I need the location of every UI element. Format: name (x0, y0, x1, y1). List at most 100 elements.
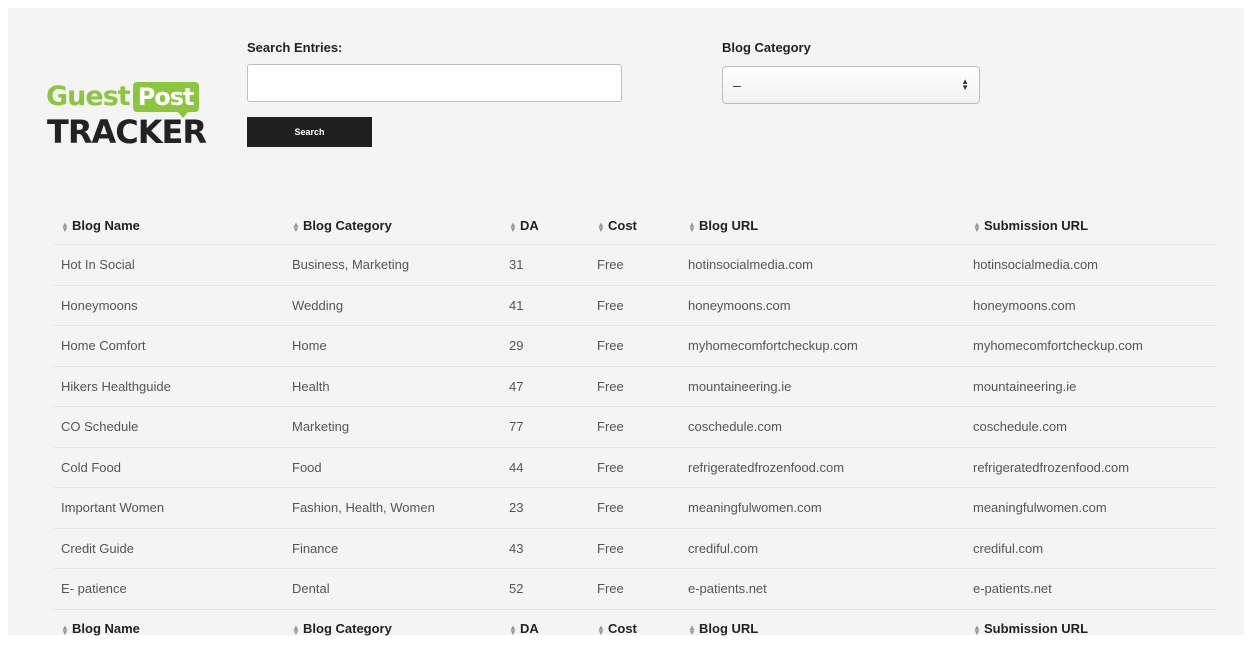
cell-submission-url[interactable]: honeymoons.com (967, 298, 1216, 313)
cell-blog-category: Fashion, Health, Women (292, 500, 435, 516)
cell-da: 41 (509, 297, 524, 313)
cell-blog-name: Cold Food (61, 459, 121, 475)
cell-da: 52 (509, 581, 524, 597)
column-footer-blog-category[interactable]: ▲ ▼ Blog Category (284, 621, 503, 636)
cell-submission-url[interactable]: e-patients.net (967, 581, 1216, 596)
column-header-blog-name[interactable]: ▲ ▼ Blog Name (54, 218, 284, 233)
column-footer-blog-name[interactable]: ▲ ▼ Blog Name (54, 621, 284, 636)
sort-icon: ▲ ▼ (597, 622, 605, 637)
cell-blog-name: Credit Guide (61, 540, 134, 556)
column-header-cost[interactable]: ▲ ▼ Cost (591, 218, 682, 233)
cell-cost: Free (597, 500, 624, 516)
guest-post-tracker-logo[interactable]: Guest Post TRACKER (46, 80, 226, 154)
cell-blog-name: E- patience (61, 581, 127, 597)
column-footer-submission-url[interactable]: ▲ ▼ Submission URL (967, 621, 1216, 636)
cell-submission-url[interactable]: meaningfulwomen.com (967, 500, 1216, 515)
sort-icon: ▲ ▼ (597, 219, 605, 234)
blog-category-label: Blog Category (722, 40, 811, 55)
select-arrows-icon: ▲ ▼ (961, 77, 969, 92)
cell-cost: Free (597, 297, 624, 313)
cell-cost: Free (597, 338, 624, 354)
cell-da: 43 (509, 540, 524, 556)
cell-blog-url[interactable]: crediful.com (682, 541, 967, 556)
cell-blog-url[interactable]: mountaineering.ie (682, 379, 967, 394)
cell-submission-url[interactable]: myhomecomfortcheckup.com (967, 338, 1216, 353)
sort-icon: ▲ ▼ (688, 219, 696, 234)
column-header-submission-url[interactable]: ▲ ▼ Submission URL (967, 218, 1216, 233)
cell-blog-category: Business, Marketing (292, 257, 410, 273)
cell-blog-url[interactable]: e-patients.net (682, 581, 967, 596)
sort-icon: ▲ ▼ (973, 219, 981, 234)
cell-submission-url[interactable]: crediful.com (967, 541, 1216, 556)
cell-da: 23 (509, 500, 524, 516)
cell-cost: Free (597, 581, 624, 597)
sort-icon: ▲ ▼ (688, 622, 696, 637)
cell-da: 77 (509, 419, 524, 435)
table-row: CO Schedule Marketing 77 Free coschedule… (54, 407, 1216, 448)
table-header-row: ▲ ▼ Blog Name ▲ ▼ Blog Category ▲ ▼ DA ▲ ▼ Cost … (54, 207, 1216, 245)
cell-blog-category: Finance (292, 540, 339, 556)
cell-blog-url[interactable]: coschedule.com (682, 419, 967, 434)
sort-icon: ▲ ▼ (61, 622, 69, 637)
cell-cost: Free (597, 257, 624, 273)
sort-icon: ▲ ▼ (509, 622, 517, 637)
cell-blog-category: Marketing (292, 419, 350, 435)
column-header-blog-url[interactable]: ▲ ▼ Blog URL (682, 218, 967, 233)
column-header-blog-category[interactable]: ▲ ▼ Blog Category (284, 218, 503, 233)
cell-submission-url[interactable]: hotinsocialmedia.com (967, 257, 1216, 272)
table-row: E- patience Dental 52 Free e-patients.ne… (54, 569, 1216, 610)
blog-category-selected-value: – (733, 77, 741, 93)
cell-blog-url[interactable]: hotinsocialmedia.com (682, 257, 967, 272)
cell-blog-name: Hikers Healthguide (61, 378, 171, 394)
cell-cost: Free (597, 459, 624, 475)
cell-blog-name: CO Schedule (61, 419, 139, 435)
column-footer-da[interactable]: ▲ ▼ DA (503, 621, 591, 636)
column-footer-cost[interactable]: ▲ ▼ Cost (591, 621, 682, 636)
column-footer-blog-url[interactable]: ▲ ▼ Blog URL (682, 621, 967, 636)
table-row: Hikers Healthguide Health 47 Free mounta… (54, 367, 1216, 407)
cell-blog-category: Food (292, 459, 322, 475)
column-header-da[interactable]: ▲ ▼ DA (503, 218, 591, 233)
cell-blog-url[interactable]: myhomecomfortcheckup.com (682, 338, 967, 353)
search-label: Search Entries: (247, 40, 343, 55)
cell-blog-url[interactable]: refrigeratedfrozenfood.com (682, 460, 967, 475)
cell-submission-url[interactable]: coschedule.com (967, 419, 1216, 434)
search-button[interactable]: Search (247, 117, 372, 147)
sort-icon: ▲ ▼ (61, 219, 69, 234)
cell-submission-url[interactable]: mountaineering.ie (967, 379, 1216, 394)
cell-cost: Free (597, 419, 624, 435)
cell-da: 44 (509, 459, 524, 475)
table-row: Home Comfort Home 29 Free myhomecomfortc… (54, 326, 1216, 367)
cell-submission-url[interactable]: refrigeratedfrozenfood.com (967, 460, 1216, 475)
blog-category-select[interactable]: – ▲ ▼ (722, 66, 980, 104)
blog-table: ▲ ▼ Blog Name ▲ ▼ Blog Category ▲ ▼ DA ▲ ▼ Cost … (54, 207, 1216, 648)
logo-guest-text: Guest (46, 81, 131, 112)
logo-post-bubble: Post (132, 82, 199, 118)
cell-cost: Free (597, 540, 624, 556)
table-row: Credit Guide Finance 43 Free crediful.co… (54, 529, 1216, 569)
cell-blog-url[interactable]: honeymoons.com (682, 298, 967, 313)
table-row: Honeymoons Wedding 41 Free honeymoons.co… (54, 286, 1216, 326)
page: Guest Post TRACKER Search Entries: Searc… (8, 8, 1244, 636)
sort-icon: ▲ ▼ (973, 622, 981, 637)
cell-blog-category: Health (292, 378, 330, 394)
table-footer-row: ▲ ▼ Blog Name ▲ ▼ Blog Category ▲ ▼ DA ▲ ▼ Cost … (54, 610, 1216, 648)
cell-cost: Free (597, 378, 624, 394)
cell-blog-url[interactable]: meaningfulwomen.com (682, 500, 967, 515)
cell-blog-category: Home (292, 338, 327, 354)
cell-blog-name: Home Comfort (61, 338, 146, 354)
cell-blog-name: Important Women (61, 500, 165, 516)
cell-da: 31 (509, 257, 524, 273)
search-input[interactable] (247, 64, 622, 102)
table-row: Important Women Fashion, Health, Women 2… (54, 488, 1216, 529)
logo-tracker-text: TRACKER (47, 113, 207, 151)
cell-blog-name: Honeymoons (61, 297, 138, 313)
table-row: Hot In Social Business, Marketing 31 Fre… (54, 245, 1216, 286)
table-row: Cold Food Food 44 Free refrigeratedfroze… (54, 448, 1216, 488)
cell-blog-category: Dental (292, 581, 330, 597)
sort-icon: ▲ ▼ (509, 219, 517, 234)
sort-icon: ▲ ▼ (292, 622, 300, 637)
cell-blog-name: Hot In Social (61, 257, 135, 273)
cell-blog-category: Wedding (292, 297, 344, 313)
cell-da: 47 (509, 378, 524, 394)
